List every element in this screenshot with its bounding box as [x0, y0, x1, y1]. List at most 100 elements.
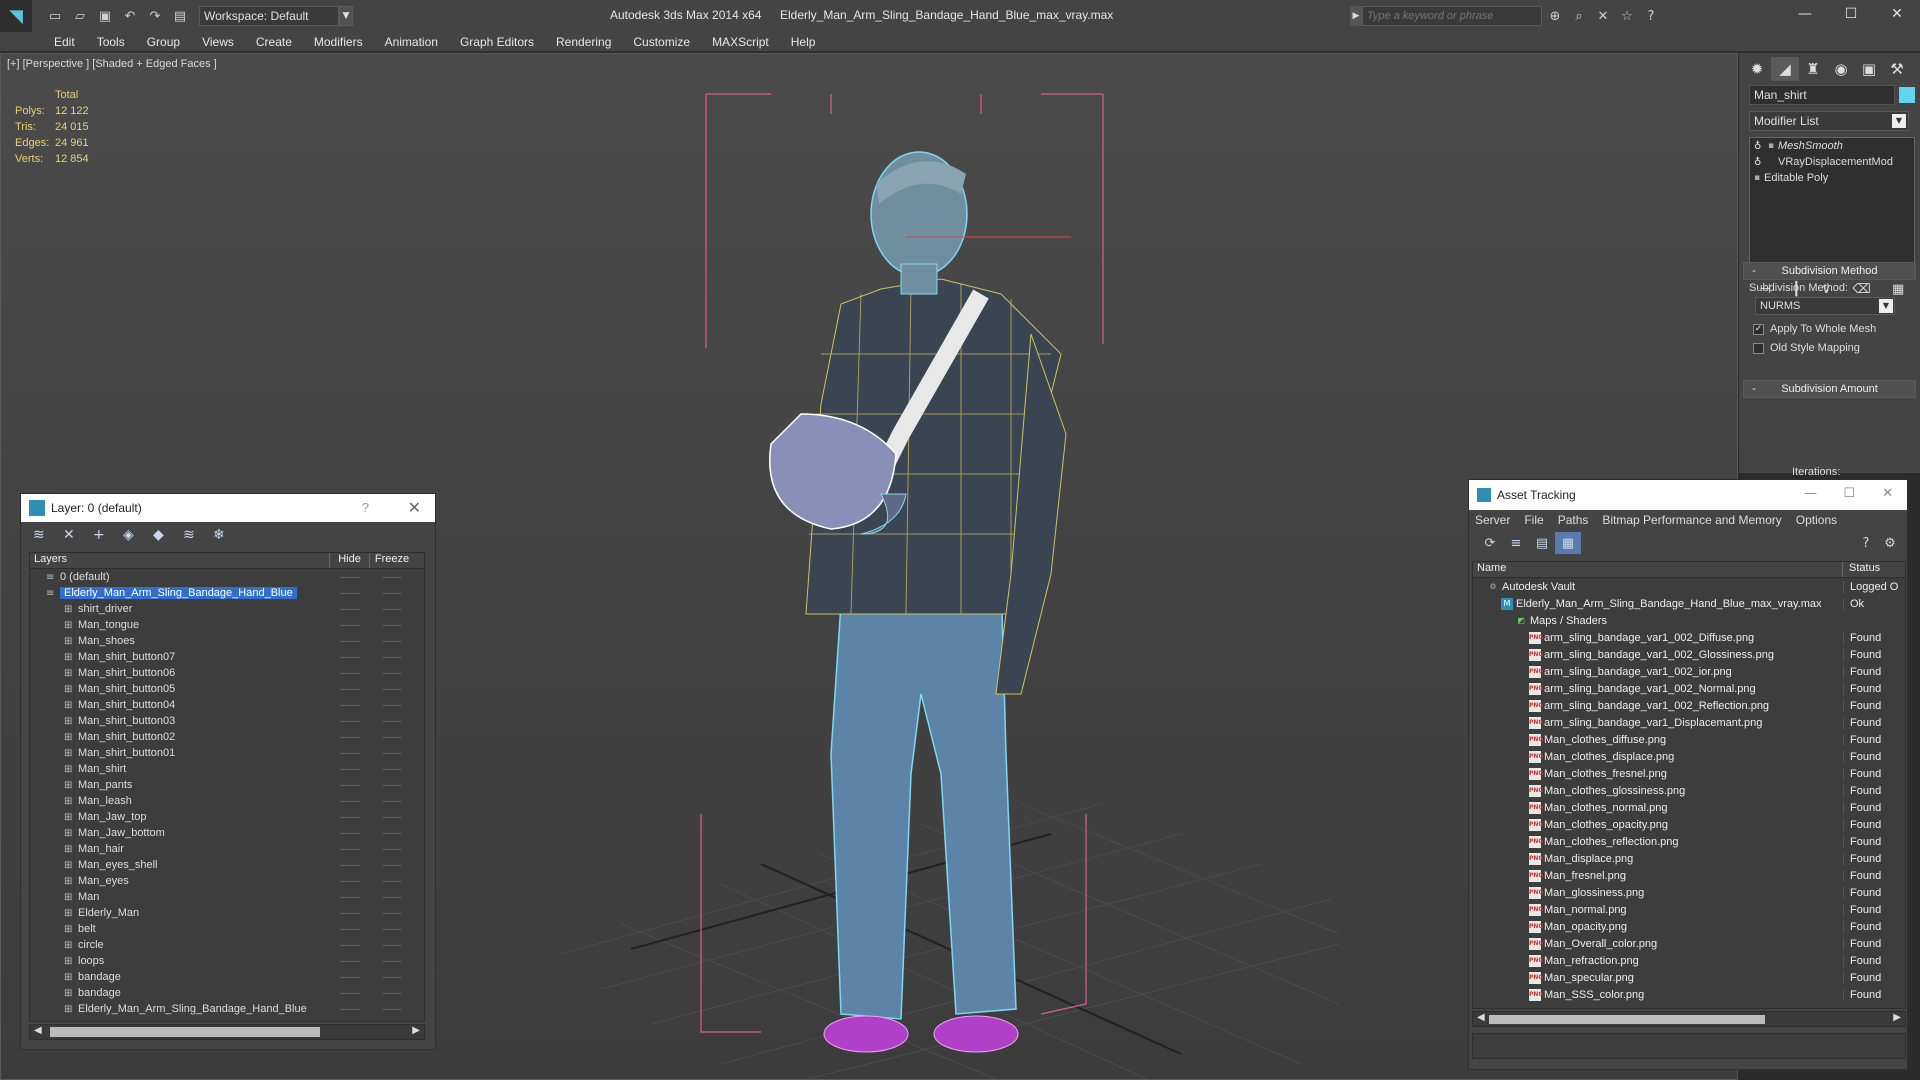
col-freeze[interactable]: Freeze — [370, 553, 414, 568]
freeze-toggle[interactable]: —— — [370, 844, 414, 855]
asset-name-cell[interactable]: PNG arm_sling_bandage_var1_002_Normal.png — [1473, 682, 1843, 695]
open-file-icon[interactable]: ▱ — [69, 5, 91, 27]
hide-toggle[interactable]: —— — [330, 972, 370, 983]
asset-name-cell[interactable]: PNG Man_clothes_reflection.png — [1473, 835, 1843, 848]
layer-row[interactable]: ≡ Elderly_Man_Arm_Sling_Bandage_Hand_Blue… — [30, 585, 424, 601]
asset-name-cell[interactable]: PNG arm_sling_bandage_var1_Displacemant.p… — [1473, 716, 1843, 729]
freeze-toggle[interactable]: —— — [370, 588, 414, 599]
scroll-left-icon[interactable]: ◀ — [34, 1025, 42, 1036]
layer-name-cell[interactable]: ⊞ Man_Jaw_bottom — [30, 827, 330, 839]
minimize-button[interactable]: — — [1782, 0, 1828, 28]
asset-row[interactable]: PNG Man_clothes_opacity.png Found — [1473, 816, 1905, 833]
layer-name-cell[interactable]: ⊞ Man_shirt_button07 — [30, 651, 330, 663]
asset-row[interactable]: PNG arm_sling_bandage_var1_002_Reflection… — [1473, 697, 1905, 714]
freeze-toggle[interactable]: —— — [370, 876, 414, 887]
asset-row[interactable]: PNG arm_sling_bandage_var1_002_Glossiness… — [1473, 646, 1905, 663]
asset-name-cell[interactable]: PNG arm_sling_bandage_var1_002_Diffuse.pn… — [1473, 631, 1843, 644]
freeze-toggle[interactable]: —— — [370, 684, 414, 695]
modify-tab-icon[interactable]: ◢ — [1771, 57, 1799, 81]
layer-object-row[interactable]: ⊞ Elderly_Man_Arm_Sling_Bandage_Hand_Blue… — [30, 1001, 424, 1017]
asset-menu-file[interactable]: File — [1524, 513, 1543, 527]
freeze-toggle[interactable]: —— — [370, 700, 414, 711]
layer-object-row[interactable]: ⊞ belt —— —— — [30, 921, 424, 937]
layer-name-cell[interactable]: ⊞ Man_hair — [30, 843, 330, 855]
list-view-icon[interactable]: ≡ — [1503, 532, 1529, 554]
minimize-icon[interactable]: — — [1804, 486, 1817, 501]
col-status[interactable]: Status — [1843, 562, 1903, 577]
hide-toggle[interactable]: —— — [330, 1004, 370, 1015]
asset-row[interactable]: PNG arm_sling_bandage_var1_Displacemant.p… — [1473, 714, 1905, 731]
asset-name-cell[interactable]: PNG Man_clothes_normal.png — [1473, 801, 1843, 814]
freeze-toggle[interactable]: —— — [370, 748, 414, 759]
layer-object-row[interactable]: ⊞ Man_hair —— —— — [30, 841, 424, 857]
asset-row[interactable]: PNG Man_clothes_normal.png Found — [1473, 799, 1905, 816]
collapse-icon[interactable]: - — [1744, 383, 1764, 395]
asset-menu-bitmap[interactable]: Bitmap Performance and Memory — [1602, 513, 1781, 527]
layer-name-cell[interactable]: ⊞ Man_Jaw_top — [30, 811, 330, 823]
hide-toggle[interactable]: —— — [330, 940, 370, 951]
workspace-dropdown[interactable]: Workspace: Default — [199, 6, 339, 26]
menu-create[interactable]: Create — [256, 35, 292, 49]
object-name-field[interactable]: Man_shirt — [1749, 85, 1895, 105]
asset-name-cell[interactable]: PNG arm_sling_bandage_var1_002_Glossiness… — [1473, 648, 1843, 661]
asset-row[interactable]: PNG Man_clothes_glossiness.png Found — [1473, 782, 1905, 799]
lightbulb-icon[interactable]: ♁ — [1754, 157, 1768, 168]
hierarchy-tab-icon[interactable]: ♜ — [1799, 57, 1827, 81]
asset-row[interactable]: PNG Man_clothes_fresnel.png Found — [1473, 765, 1905, 782]
asset-name-cell[interactable]: PNG Man_clothes_glossiness.png — [1473, 784, 1843, 797]
freeze-toggle[interactable]: —— — [370, 620, 414, 631]
undo-icon[interactable]: ↶ — [119, 5, 141, 27]
layer-object-row[interactable]: ⊞ Man_Jaw_bottom —— —— — [30, 825, 424, 841]
menu-views[interactable]: Views — [202, 35, 234, 49]
asset-name-cell[interactable]: PNG Man_Overall_color.png — [1473, 937, 1843, 950]
hide-toggle[interactable]: —— — [330, 684, 370, 695]
checkbox-unchecked-icon[interactable] — [1753, 342, 1764, 354]
layer-name-cell[interactable]: ≡ 0 (default) — [30, 571, 330, 583]
help-icon[interactable]: ? — [362, 500, 369, 515]
freeze-toggle[interactable]: —— — [370, 780, 414, 791]
asset-row[interactable]: M Elderly_Man_Arm_Sling_Bandage_Hand_Blue… — [1473, 595, 1905, 612]
asset-name-cell[interactable]: PNG arm_sling_bandage_var1_002_ior.png — [1473, 665, 1843, 678]
layer-name-cell[interactable]: ⊞ bandage — [30, 971, 330, 983]
layer-name-cell[interactable]: ⊞ Man_shirt_button05 — [30, 683, 330, 695]
layer-object-row[interactable]: ⊞ Man_eyes_shell —— —— — [30, 857, 424, 873]
layer-name-cell[interactable]: ⊞ Man_shirt_button06 — [30, 667, 330, 679]
hide-toggle[interactable]: —— — [330, 844, 370, 855]
freeze-toggle[interactable]: —— — [370, 940, 414, 951]
table-view-icon[interactable]: ▦ — [1555, 532, 1581, 554]
maximize-icon[interactable]: ☐ — [1843, 486, 1855, 501]
hide-toggle[interactable]: —— — [330, 860, 370, 871]
layer-object-row[interactable]: ⊞ loops —— —— — [30, 953, 424, 969]
layer-name-cell[interactable]: ⊞ Man_shirt_button02 — [30, 731, 330, 743]
hide-toggle[interactable]: —— — [330, 620, 370, 631]
settings-icon[interactable]: ⚙ — [1877, 532, 1903, 554]
layer-object-row[interactable]: ⊞ Man_pants —— —— — [30, 777, 424, 793]
menu-rendering[interactable]: Rendering — [556, 35, 611, 49]
asset-name-cell[interactable]: PNG Man_fresnel.png — [1473, 869, 1843, 882]
freeze-toggle[interactable]: —— — [370, 732, 414, 743]
stack-item-meshsmooth[interactable]: ♁ ▪ MeshSmooth — [1750, 138, 1914, 154]
new-file-icon[interactable]: ▭ — [44, 5, 66, 27]
asset-menu-options[interactable]: Options — [1796, 513, 1837, 527]
hide-toggle[interactable]: —— — [330, 796, 370, 807]
detail-view-icon[interactable]: ▤ — [1529, 532, 1555, 554]
menu-group[interactable]: Group — [147, 35, 180, 49]
asset-name-cell[interactable]: ◩ Maps / Shaders — [1473, 615, 1843, 627]
configure-sets-icon[interactable]: ▦ — [1892, 282, 1904, 297]
asset-row[interactable]: PNG Man_Overall_color.png Found — [1473, 935, 1905, 952]
layer-name-cell[interactable]: ⊞ shirt_driver — [30, 603, 330, 615]
asset-row[interactable]: PNG Man_clothes_displace.png Found — [1473, 748, 1905, 765]
asset-name-cell[interactable]: PNG Man_specular.png — [1473, 971, 1843, 984]
utilities-tab-icon[interactable]: ⚒ — [1883, 57, 1911, 81]
hide-toggle[interactable]: —— — [330, 780, 370, 791]
delete-layer-icon[interactable]: ✕ — [63, 527, 93, 543]
layer-name-cell[interactable]: ⊞ belt — [30, 923, 330, 935]
menu-help[interactable]: Help — [791, 35, 816, 49]
layer-object-row[interactable]: ⊞ shirt_driver —— —— — [30, 601, 424, 617]
asset-name-cell[interactable]: PNG Man_displace.png — [1473, 852, 1843, 865]
scroll-thumb[interactable] — [50, 1027, 320, 1037]
freeze-toggle[interactable]: —— — [370, 716, 414, 727]
menu-animation[interactable]: Animation — [385, 35, 438, 49]
expand-arrow-icon[interactable]: ▶ — [1350, 6, 1362, 26]
layer-name-cell[interactable]: ⊞ circle — [30, 939, 330, 951]
